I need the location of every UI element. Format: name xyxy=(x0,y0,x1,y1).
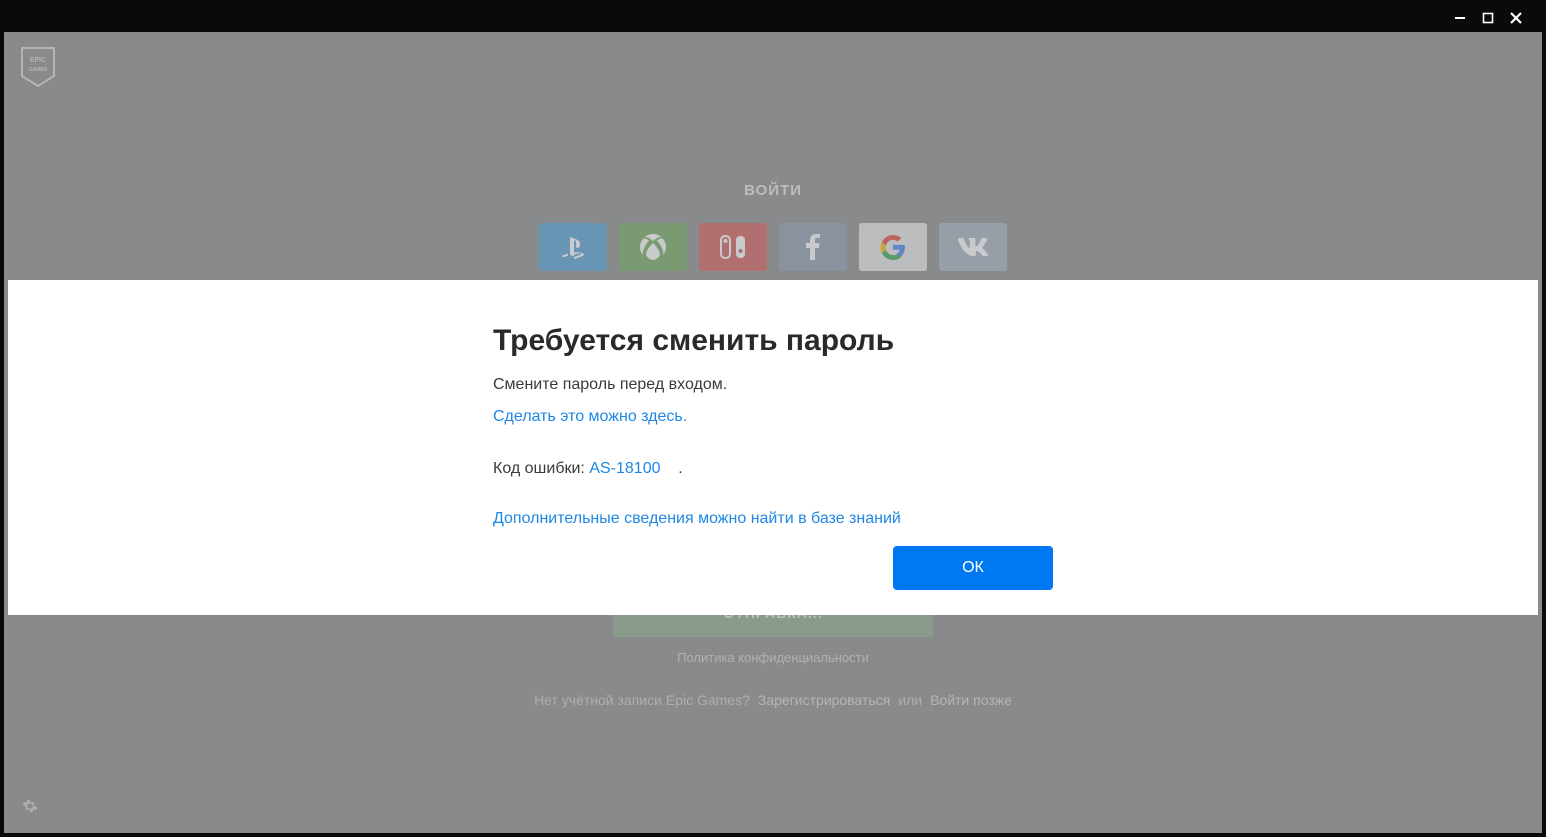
nintendo-login-button[interactable] xyxy=(699,223,767,271)
modal-actions: ОК xyxy=(493,546,1053,590)
login-title: ВОЙТИ xyxy=(513,182,1033,199)
error-line: Код ошибки: AS-18100 . xyxy=(493,460,1053,478)
ok-button[interactable]: ОК xyxy=(893,546,1053,590)
error-suffix: . xyxy=(678,460,682,477)
vk-login-button[interactable] xyxy=(939,223,1007,271)
modal-message: Смените пароль перед входом. xyxy=(493,376,1053,394)
change-password-link[interactable]: Сделать это можно здесь. xyxy=(493,408,687,426)
social-login-row xyxy=(513,223,1033,271)
knowledge-base-link[interactable]: Дополнительные сведения можно найти в ба… xyxy=(493,510,901,527)
google-login-button[interactable] xyxy=(859,223,927,271)
app-content: EPIC GAMES ВОЙТИ xyxy=(4,32,1542,833)
facebook-login-button[interactable] xyxy=(779,223,847,271)
svg-text:GAMES: GAMES xyxy=(29,67,48,73)
footer-line: Нет учётной записи Epic Games? Зарегистр… xyxy=(534,692,1012,708)
playstation-login-button[interactable] xyxy=(539,223,607,271)
register-link[interactable]: Зарегистрироваться xyxy=(758,692,890,708)
titlebar xyxy=(4,4,1542,32)
login-block: ВОЙТИ xyxy=(513,182,1033,271)
close-button[interactable] xyxy=(1508,10,1524,26)
login-later-link[interactable]: Войти позже xyxy=(930,692,1012,708)
no-account-label: Нет учётной записи Epic Games? xyxy=(534,692,750,708)
settings-icon[interactable] xyxy=(22,798,38,819)
privacy-policy-link[interactable]: Политика конфиденциальности xyxy=(677,650,869,665)
or-label: или xyxy=(898,692,922,708)
modal-title: Требуется сменить пароль xyxy=(493,324,1053,358)
xbox-login-button[interactable] xyxy=(619,223,687,271)
svg-text:EPIC: EPIC xyxy=(30,57,46,64)
error-label: Код ошибки: xyxy=(493,460,585,477)
error-code-link[interactable]: AS-18100 xyxy=(589,460,660,477)
password-change-modal: Требуется сменить пароль Смените пароль … xyxy=(8,280,1538,615)
maximize-button[interactable] xyxy=(1480,10,1496,26)
window-frame: EPIC GAMES ВОЙТИ xyxy=(0,0,1546,837)
epic-games-logo: EPIC GAMES xyxy=(20,46,56,88)
minimize-button[interactable] xyxy=(1452,10,1468,26)
modal-content: Требуется сменить пароль Смените пароль … xyxy=(493,324,1053,528)
